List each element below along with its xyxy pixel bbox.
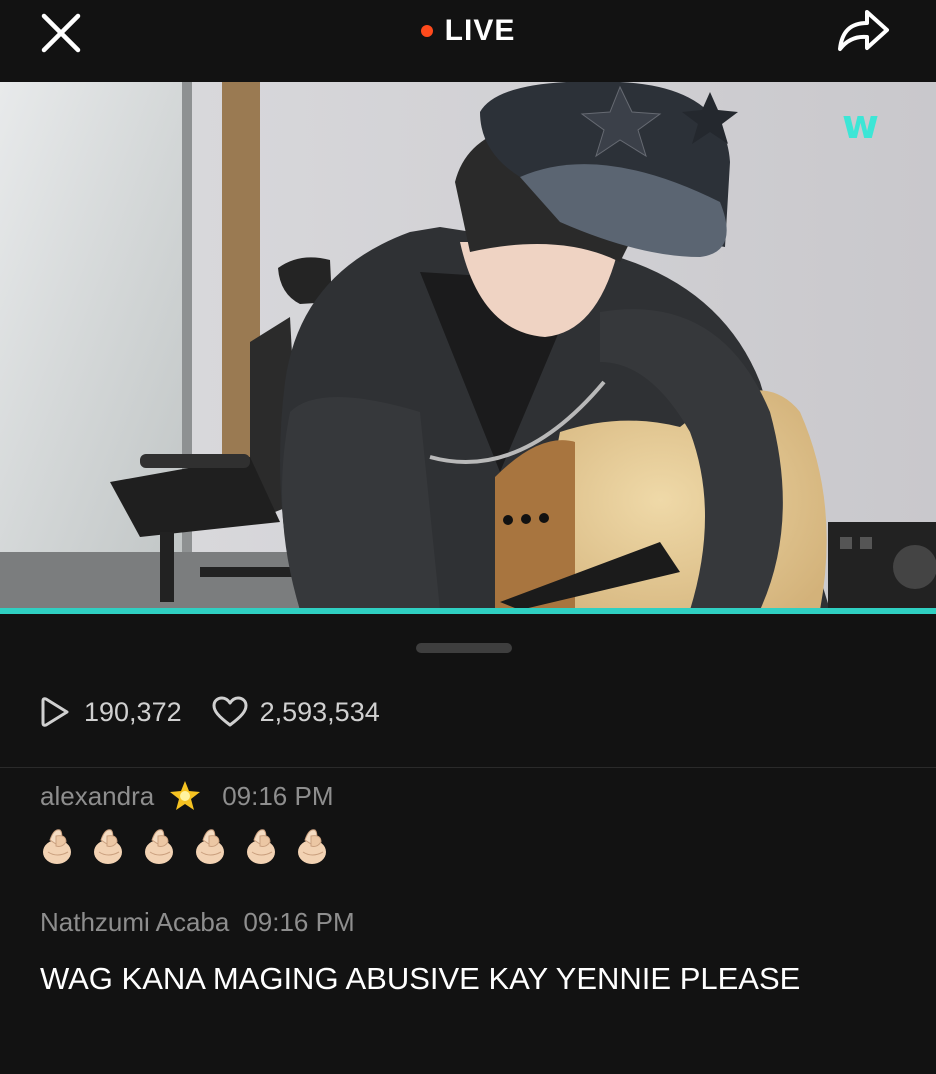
drag-handle[interactable]: [416, 643, 512, 653]
likes-stat: 2,593,534: [212, 696, 380, 728]
finger-heart-icon: [43, 829, 71, 864]
chat-message: Nathzumi Acaba 09:16 PM WAG KANA MAGING …: [40, 904, 900, 1003]
watermark-logo: w: [842, 102, 879, 148]
glowing-star-icon: [168, 779, 202, 813]
message-meta: alexandra 09:16 PM: [40, 778, 334, 814]
views-count: 190,372: [84, 696, 182, 727]
top-bar: LIVE: [0, 0, 936, 82]
live-indicator: LIVE: [0, 12, 936, 50]
heart-icon[interactable]: [212, 696, 248, 728]
views-stat: 190,372: [40, 695, 182, 729]
message-meta: Nathzumi Acaba 09:16 PM: [40, 904, 900, 940]
video-frame: w: [0, 82, 936, 610]
message-time: 09:16 PM: [222, 780, 334, 811]
chat-message: alexandra 09:16 PM: [40, 778, 334, 866]
finger-heart-icon: [145, 829, 173, 864]
live-progress-bar: [0, 608, 936, 614]
share-icon[interactable]: [834, 6, 892, 54]
play-icon: [41, 697, 69, 727]
video-player[interactable]: w: [0, 82, 936, 610]
message-time: 09:16 PM: [243, 906, 355, 937]
finger-heart-icon: [94, 829, 122, 864]
emoji-message: [40, 826, 334, 866]
finger-heart-icon: [298, 829, 326, 864]
stats-row: 190,372 2,593,534: [40, 692, 410, 732]
live-label: LIVE: [444, 14, 516, 47]
divider: [0, 767, 936, 768]
finger-heart-icon: [196, 829, 224, 864]
live-dot: [420, 25, 433, 37]
likes-count: 2,593,534: [259, 696, 380, 727]
message-text: WAG KANA MAGING ABUSIVE KAY YENNIE PLEAS…: [40, 961, 801, 996]
author-name[interactable]: alexandra: [40, 781, 154, 812]
author-name[interactable]: Nathzumi Acaba: [40, 907, 229, 938]
finger-heart-icon: [247, 829, 275, 864]
